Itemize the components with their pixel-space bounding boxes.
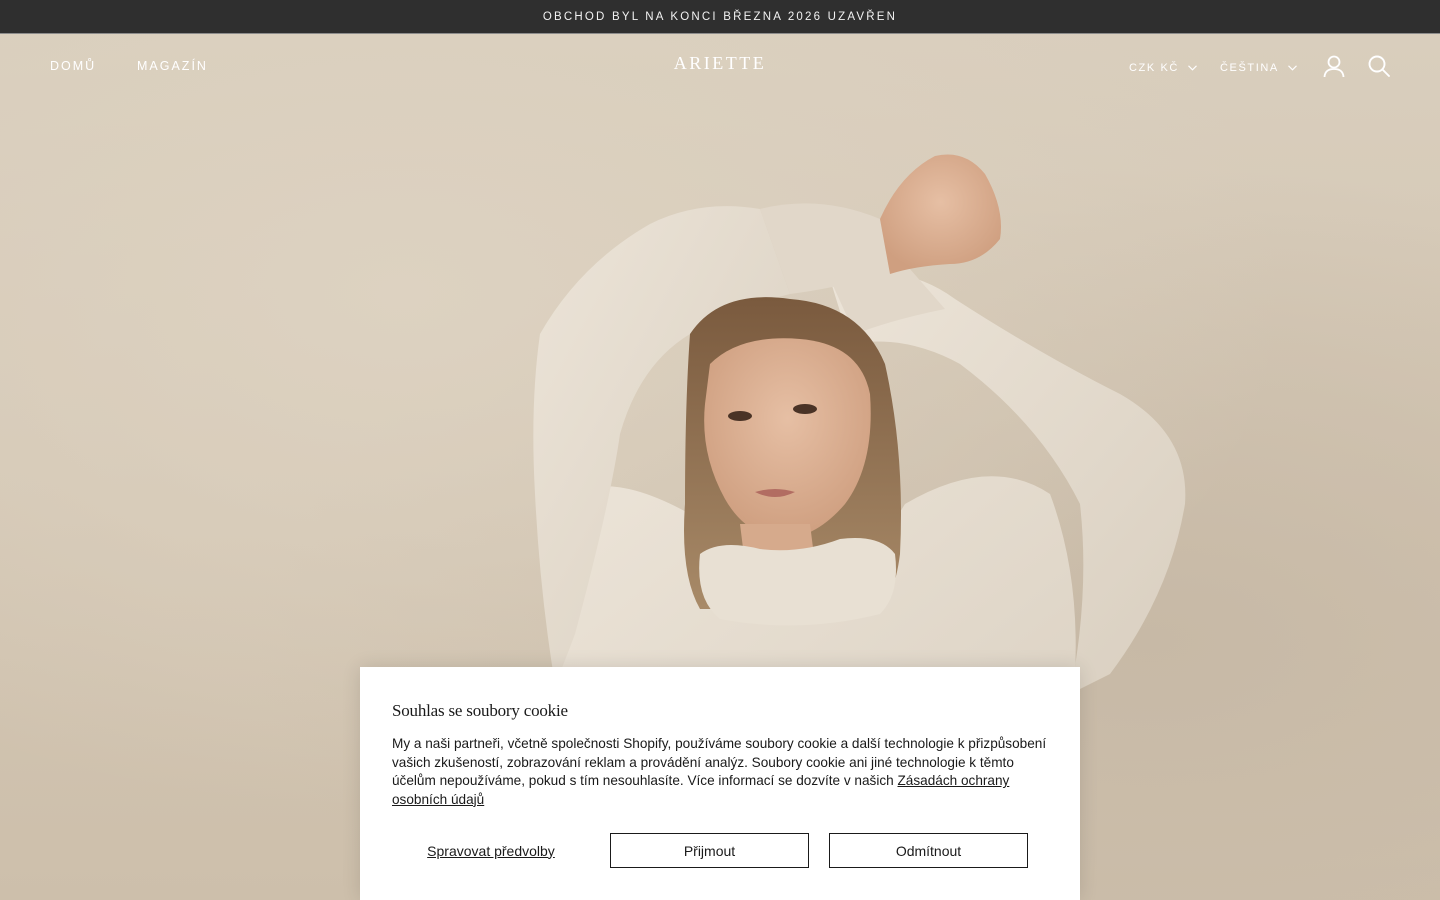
nav-home-link[interactable]: DOMŮ	[50, 59, 96, 73]
language-label: ČEŠTINA	[1220, 62, 1279, 74]
cookie-description: My a naši partneři, včetně společnosti S…	[392, 735, 1052, 809]
currency-label: CZK KČ	[1129, 62, 1179, 74]
site-header: DOMŮ MAGAZÍN ARIETTE CZK KČ ČEŠTINA	[0, 34, 1440, 98]
language-selector[interactable]: ČEŠTINA	[1220, 62, 1297, 74]
decline-button[interactable]: Odmítnout	[829, 833, 1028, 868]
currency-selector[interactable]: CZK KČ	[1129, 62, 1197, 74]
cookie-consent-banner: Souhlas se soubory cookie My a naši part…	[360, 667, 1080, 900]
nav-magazine-link[interactable]: MAGAZÍN	[137, 59, 208, 73]
announcement-bar: OBCHOD BYL NA KONCI BŘEZNA 2026 UZAVŘEN	[0, 0, 1440, 34]
account-icon[interactable]	[1322, 54, 1346, 78]
chevron-down-icon	[1188, 65, 1197, 71]
site-logo[interactable]: ARIETTE	[674, 53, 766, 73]
announcement-text: OBCHOD BYL NA KONCI BŘEZNA 2026 UZAVŘEN	[542, 10, 898, 23]
search-icon[interactable]	[1367, 54, 1391, 78]
accept-button[interactable]: Přijmout	[610, 833, 809, 868]
cookie-title: Souhlas se soubory cookie	[392, 701, 568, 720]
chevron-down-icon	[1287, 65, 1297, 71]
manage-preferences-button[interactable]: Spravovat předvolby	[392, 833, 590, 868]
